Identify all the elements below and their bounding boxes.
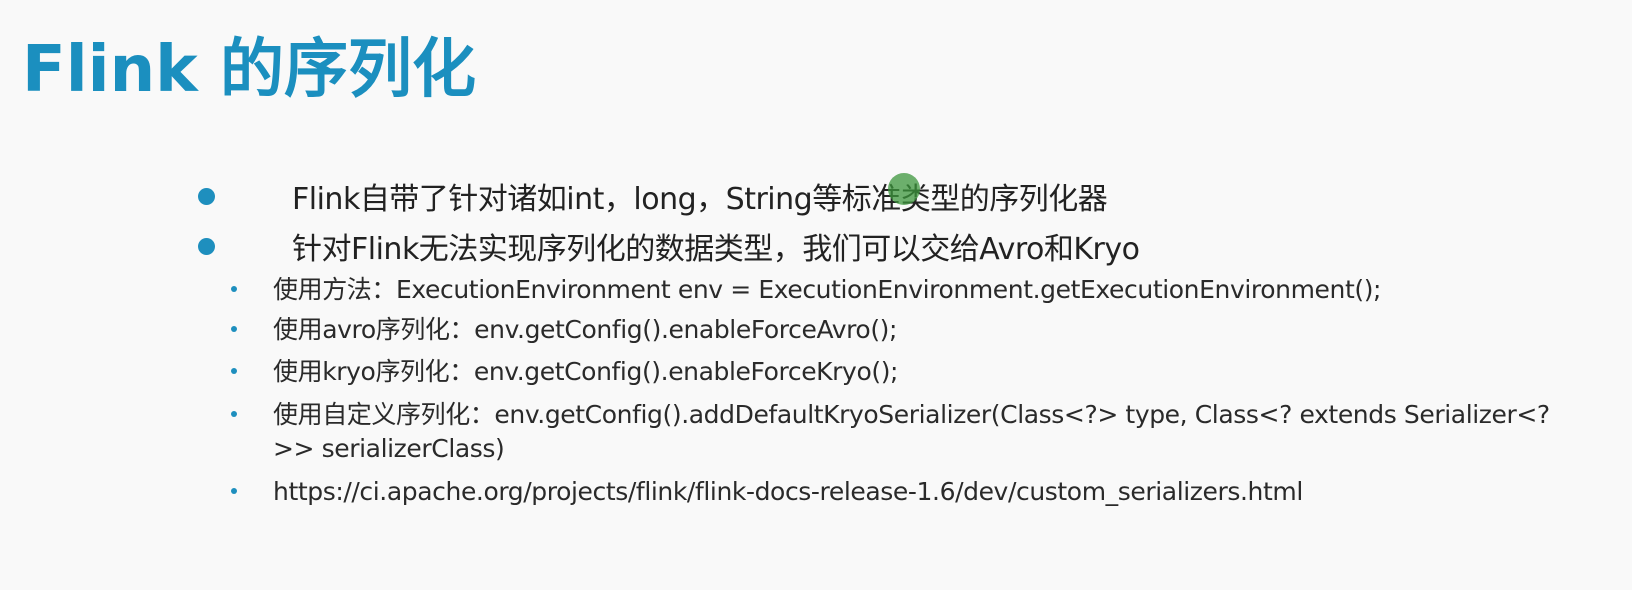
- sub-bullet-text: 使用方法：ExecutionEnvironment env = Executio…: [273, 275, 1382, 304]
- sub-bullet-item-2: 使用avro序列化：env.getConfig().enableForceAvr…: [231, 313, 1611, 347]
- sub-bullet-text: 使用kryo序列化：env.getConfig().enableForceKry…: [273, 357, 899, 386]
- bullet-text: 针对Flink无法实现序列化的数据类型，我们可以交给Avro和Kryo: [292, 232, 1140, 267]
- bullet-text: Flink自带了针对诸如int，long，String等标准类型的序列化器: [292, 182, 1108, 217]
- bullet-dot-icon: [198, 237, 215, 255]
- bullet-dot-icon: [198, 187, 215, 205]
- sub-bullet-text: 使用avro序列化：env.getConfig().enableForceAvr…: [273, 315, 898, 344]
- cursor-highlight-icon: [888, 173, 920, 205]
- sub-bullet-item-1: 使用方法：ExecutionEnvironment env = Executio…: [231, 273, 1611, 307]
- slide: Flink 的序列化 Flink自带了针对诸如int，long，String等标…: [0, 0, 1632, 590]
- sub-bullet-dot-icon: [231, 286, 237, 292]
- sub-bullet-text: 使用自定义序列化：env.getConfig().addDefaultKryoS…: [273, 400, 1550, 463]
- sub-bullet-dot-icon: [231, 411, 237, 417]
- sub-bullet-dot-icon: [231, 488, 237, 494]
- sub-bullet-item-4: 使用自定义序列化：env.getConfig().addDefaultKryoS…: [231, 398, 1611, 466]
- slide-title: Flink 的序列化: [22, 33, 476, 107]
- sub-bullet-dot-icon: [231, 326, 237, 332]
- sub-bullet-item-5: https://ci.apache.org/projects/flink/fli…: [231, 475, 1611, 509]
- bullet-item-1: Flink自带了针对诸如int，long，String等标准类型的序列化器: [198, 176, 1108, 217]
- bullet-item-2: 针对Flink无法实现序列化的数据类型，我们可以交给Avro和Kryo: [198, 226, 1140, 267]
- sub-bullet-dot-icon: [231, 368, 237, 374]
- sub-bullet-item-3: 使用kryo序列化：env.getConfig().enableForceKry…: [231, 355, 1611, 389]
- docs-link[interactable]: https://ci.apache.org/projects/flink/fli…: [273, 475, 1611, 509]
